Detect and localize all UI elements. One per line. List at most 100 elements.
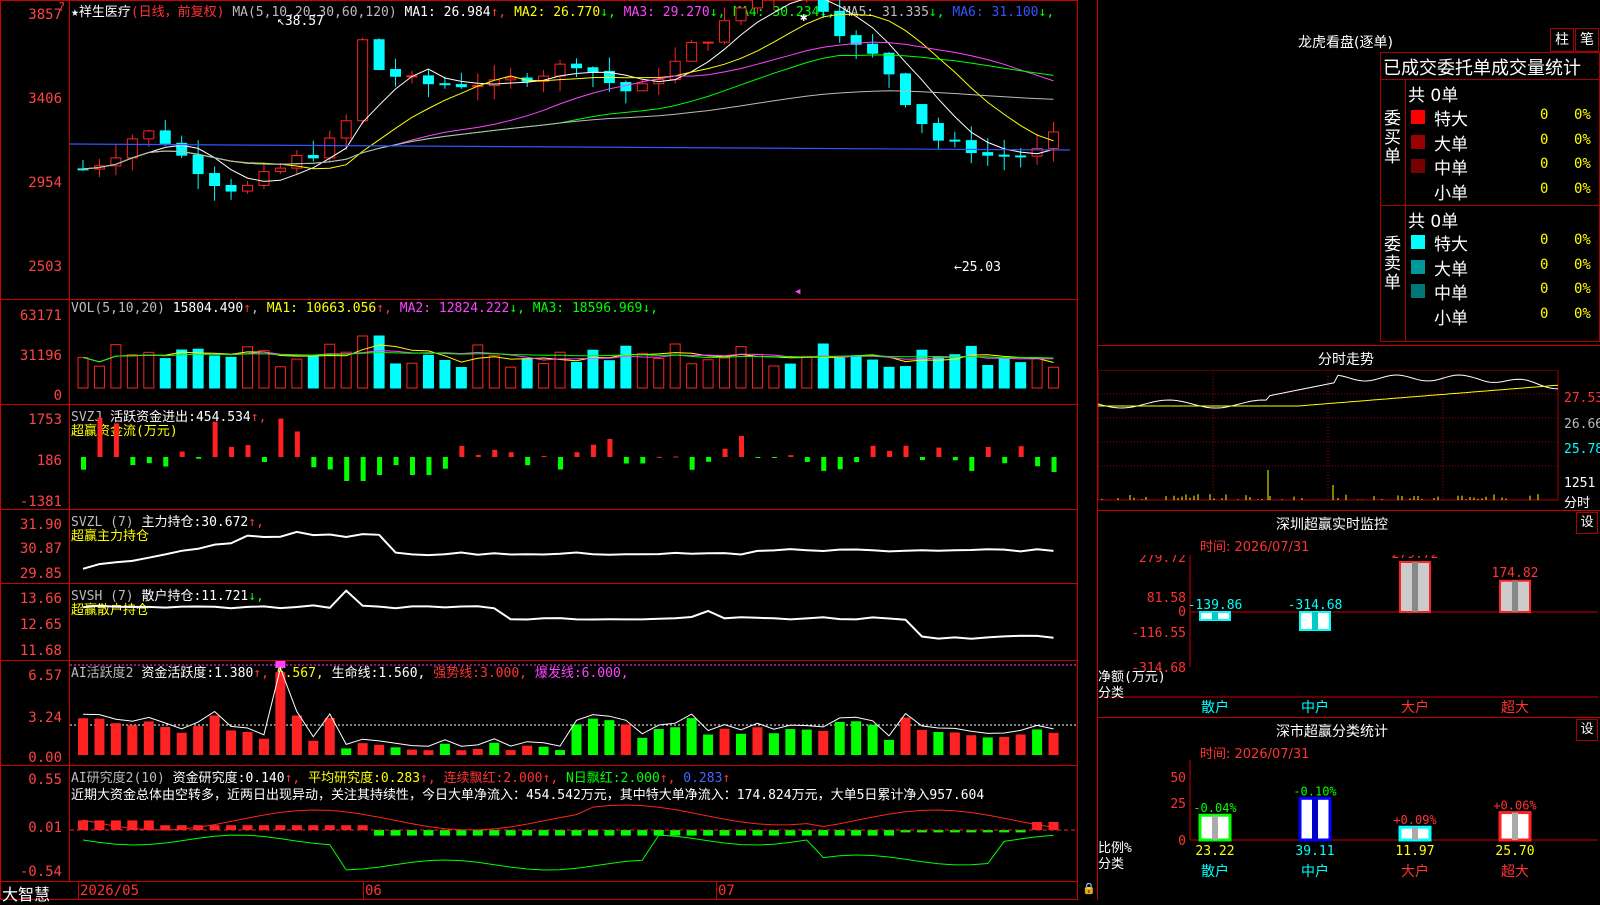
volume-bar	[406, 362, 418, 389]
sz-bar-label: -314.68	[1288, 598, 1343, 613]
volume-bar	[110, 344, 122, 389]
flow-bar	[261, 457, 267, 463]
order-size-label: 大单	[1434, 134, 1468, 155]
activity-bar	[209, 715, 220, 755]
activity-bar	[341, 748, 352, 755]
y-tick: 63171	[19, 308, 62, 324]
cls-footer-label: 比例%	[1098, 841, 1132, 856]
activity-bar	[620, 724, 631, 755]
retail-holding-chart[interactable]	[70, 584, 1077, 660]
research-chart[interactable]	[70, 800, 1077, 881]
research-bar	[851, 830, 862, 836]
activity-chart[interactable]	[70, 661, 1077, 765]
main-holding-chart[interactable]	[70, 510, 1077, 583]
separator	[0, 765, 1078, 766]
flow-bar	[919, 457, 925, 461]
flow-bar	[492, 449, 498, 457]
volume-bar	[176, 349, 188, 389]
flow-bar	[771, 457, 777, 458]
research-bar	[768, 830, 779, 836]
volume-bar	[603, 360, 615, 389]
research-bar	[291, 825, 302, 830]
volume-bar	[209, 355, 221, 389]
flow-bar	[541, 455, 547, 457]
y-tick: 186	[36, 453, 62, 469]
candle-body	[636, 83, 648, 92]
activity-bar	[1048, 732, 1059, 755]
volume-bar	[373, 335, 385, 389]
y-tick: 2503	[28, 259, 62, 275]
separator	[0, 881, 1078, 882]
cls-value-label: 39.11	[1295, 844, 1334, 859]
cls-footer-label: 分类	[1098, 857, 1124, 872]
research-bar	[555, 830, 566, 836]
volume-bar	[571, 361, 582, 389]
volume-bar	[867, 359, 879, 389]
cls-category-label: 大户	[1401, 863, 1429, 880]
stats-tabs[interactable]: 已成交委托单成交量统计	[1383, 54, 1581, 80]
volume-bar	[982, 364, 994, 389]
buy-side-label: 委买单	[1384, 109, 1401, 167]
flow-bar	[459, 445, 465, 457]
research-bar	[834, 830, 845, 836]
flow-bar	[936, 447, 942, 457]
money-flow-chart[interactable]	[70, 405, 1077, 509]
column-mode-button[interactable]: 柱	[1550, 28, 1574, 52]
volume-chart[interactable]	[70, 300, 1077, 404]
y-tick: 0	[53, 388, 62, 404]
y-tick: 31196	[19, 348, 62, 364]
flow-bar	[590, 444, 596, 457]
order-size-label: 中单	[1434, 159, 1468, 179]
activity-bar	[423, 750, 434, 755]
activity-bar	[1015, 734, 1026, 755]
activity-bar	[916, 729, 927, 755]
volume-bar	[340, 351, 352, 389]
sz-settings-button[interactable]: 设	[1576, 512, 1598, 534]
separator	[1098, 717, 1600, 718]
sz-bar-label: 174.82	[1492, 566, 1539, 581]
research-bar	[522, 830, 533, 836]
intraday-chart[interactable]	[1098, 370, 1562, 510]
flow-bar	[410, 457, 415, 475]
cls-value-label: 23.22	[1195, 844, 1234, 859]
sz-footer-label: 净额(万元)	[1098, 670, 1166, 685]
candle-body	[143, 130, 155, 140]
activity-bar	[587, 718, 598, 755]
y-tick: 1753	[28, 412, 62, 428]
activity-bar	[851, 721, 862, 755]
research-bar	[571, 830, 582, 836]
flow-bar	[146, 457, 152, 464]
sz-y-tick: 0	[1178, 605, 1186, 620]
order-swatch	[1411, 184, 1425, 198]
activity-bar	[637, 737, 648, 755]
sz-net-chart[interactable]: 279.72 81.580 -116.55 -314.68 净额(万元)分类 -139.8…	[1098, 555, 1600, 715]
volume-bar	[159, 358, 171, 389]
flow-bar	[442, 457, 448, 469]
x-label: 06	[365, 883, 382, 899]
y-tick: 29.85	[19, 566, 62, 582]
tick-mode-button[interactable]: 笔	[1575, 28, 1599, 52]
order-count: 0	[1540, 305, 1549, 322]
activity-bar	[555, 750, 566, 755]
research-bar	[818, 830, 829, 836]
volume-bar	[636, 353, 648, 389]
research-bar	[242, 825, 253, 830]
cls-settings-button[interactable]: 设	[1576, 719, 1598, 741]
order-count: 0	[1540, 107, 1549, 123]
activity-bar	[456, 750, 467, 755]
flow-bar	[475, 454, 481, 457]
cls-ratio-chart[interactable]: 7550250比例%分类-0.04%23.22散户-0.10%39.11中户+0…	[1098, 760, 1600, 900]
research-bar	[604, 830, 615, 836]
flow-bar	[311, 457, 317, 468]
candle-body	[932, 123, 944, 141]
x-label: 2026/05	[80, 883, 140, 899]
lock-icon[interactable]: 🔒	[1082, 882, 1096, 895]
research-bar	[357, 825, 368, 830]
candle-body	[751, 0, 763, 9]
research-bar	[1048, 822, 1059, 830]
x-tick	[716, 881, 717, 900]
candle-body	[982, 152, 994, 156]
candlestick-chart[interactable]	[70, 0, 1077, 298]
activity-bar	[999, 736, 1010, 755]
scroll-up-icon[interactable]: ?	[58, 0, 65, 14]
